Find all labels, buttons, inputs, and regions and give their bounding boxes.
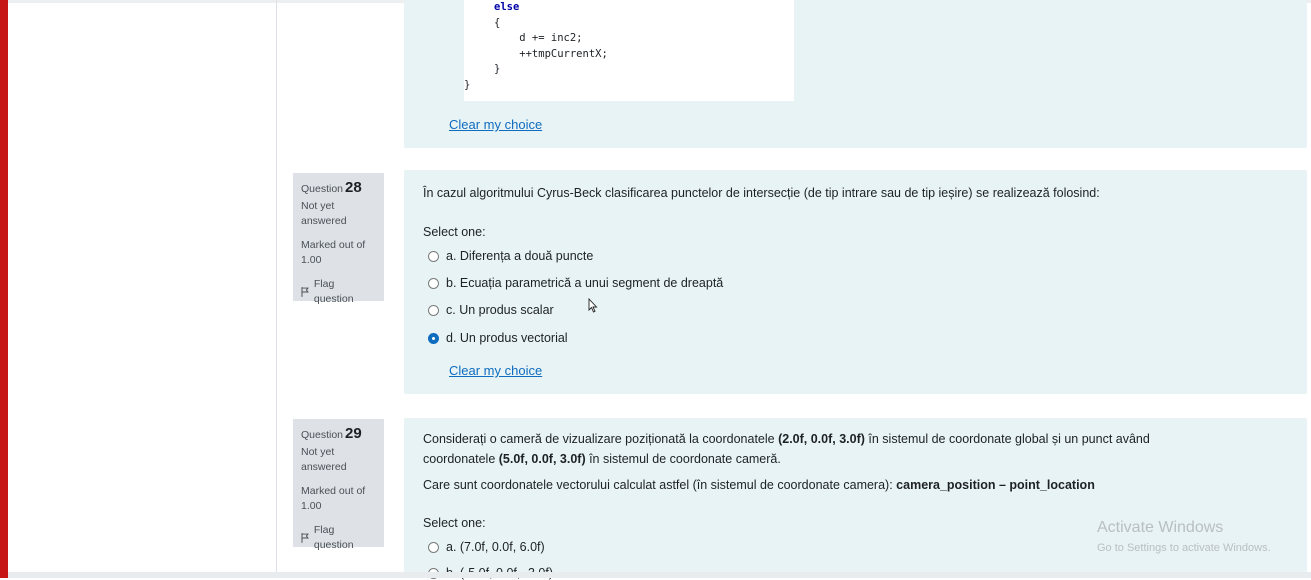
answer-option-b[interactable]: b. Ecuația parametrică a unui segment de… xyxy=(428,276,723,290)
camera-coordinates: (2.0f, 0.0f, 3.0f) xyxy=(778,432,865,446)
code-snippet: else { d += inc2; ++tmpCurrentX;}} xyxy=(464,0,794,101)
flag-question-label: Flag question xyxy=(313,524,354,551)
bottom-divider xyxy=(8,572,1311,578)
clear-choice-link-q28[interactable]: Clear my choice xyxy=(449,363,542,378)
content-divider xyxy=(276,0,277,578)
question-state: Not yet answered xyxy=(301,446,347,473)
answer-option-d[interactable]: d. Un produs vectorial xyxy=(428,331,568,345)
radio-button[interactable] xyxy=(428,277,439,289)
mouse-pointer-icon xyxy=(588,298,598,313)
radio-button-selected[interactable] xyxy=(428,332,439,344)
code-line: } xyxy=(494,63,501,75)
question-marks: Marked out of 1.00 xyxy=(301,239,366,266)
question-28-text: În cazul algoritmului Cyrus-Beck clasifi… xyxy=(423,186,1100,200)
question-number: 28 xyxy=(345,179,362,196)
vector-formula: camera_position – point_location xyxy=(896,478,1095,492)
question-text-part: Care sunt coordonatele vectorului calcul… xyxy=(423,478,897,492)
radio-button[interactable] xyxy=(428,250,439,262)
question-number: 29 xyxy=(345,425,362,442)
watermark-title: Activate Windows xyxy=(1097,519,1224,536)
question-label: Question xyxy=(301,429,344,441)
question-state: Not yet answered xyxy=(301,200,347,227)
answer-option-a[interactable]: a. Diferența a două puncte xyxy=(428,249,593,263)
flag-icon xyxy=(301,533,309,543)
code-line: } xyxy=(464,78,471,91)
question-marks: Marked out of 1.00 xyxy=(301,485,366,512)
question-29-text: Considerați o cameră de vizualizare pozi… xyxy=(423,429,1293,495)
answer-option-label: a. Diferența a două puncte xyxy=(446,249,594,263)
answer-option-label: a. (7.0f, 0.0f, 6.0f) xyxy=(446,540,545,554)
windows-activation-watermark: Activate Windows Go to Settings to activ… xyxy=(1097,519,1271,554)
answer-option-c[interactable]: c. Un produs scalar xyxy=(428,303,554,317)
flag-question-link[interactable]: Flag question xyxy=(301,277,376,307)
watermark-subtitle: Go to Settings to activate Windows. xyxy=(1097,542,1271,554)
code-line: d += inc2; xyxy=(494,32,583,44)
select-one-label: Select one: xyxy=(423,516,486,530)
question-text-part: coordonatele xyxy=(423,452,499,466)
code-line: else xyxy=(494,1,520,13)
answer-option-a[interactable]: a. (7.0f, 0.0f, 6.0f) xyxy=(428,540,545,554)
question-info-29: Question 29 Not yet answered Marked out o… xyxy=(293,419,384,551)
clear-choice-link-q27[interactable]: Clear my choice xyxy=(449,117,542,132)
select-one-label: Select one: xyxy=(423,225,486,239)
answer-option-label: d. Un produs vectorial xyxy=(446,331,568,345)
answer-option-label: b. Ecuația parametrică a unui segment de… xyxy=(446,276,724,290)
question-text-part: în sistemul de coordonate cameră. xyxy=(585,452,781,466)
flag-question-label: Flag question xyxy=(313,278,354,305)
flag-icon xyxy=(301,287,309,297)
code-line: ++tmpCurrentX; xyxy=(494,47,608,60)
question-info-28: Question 28 Not yet answered Marked out o… xyxy=(293,173,384,305)
radio-button[interactable] xyxy=(428,541,439,553)
question-text-part: Considerați o cameră de vizualizare pozi… xyxy=(423,432,779,446)
radio-button[interactable] xyxy=(428,304,439,316)
question-text-part: în sistemul de coordonate global și un p… xyxy=(864,432,1150,446)
window-edge xyxy=(0,0,8,578)
point-coordinates: (5.0f, 0.0f, 3.0f) xyxy=(498,452,586,466)
question-label: Question xyxy=(301,183,344,195)
code-line: { xyxy=(494,16,501,29)
flag-question-link[interactable]: Flag question xyxy=(301,523,376,553)
answer-option-label: c. Un produs scalar xyxy=(446,303,554,317)
